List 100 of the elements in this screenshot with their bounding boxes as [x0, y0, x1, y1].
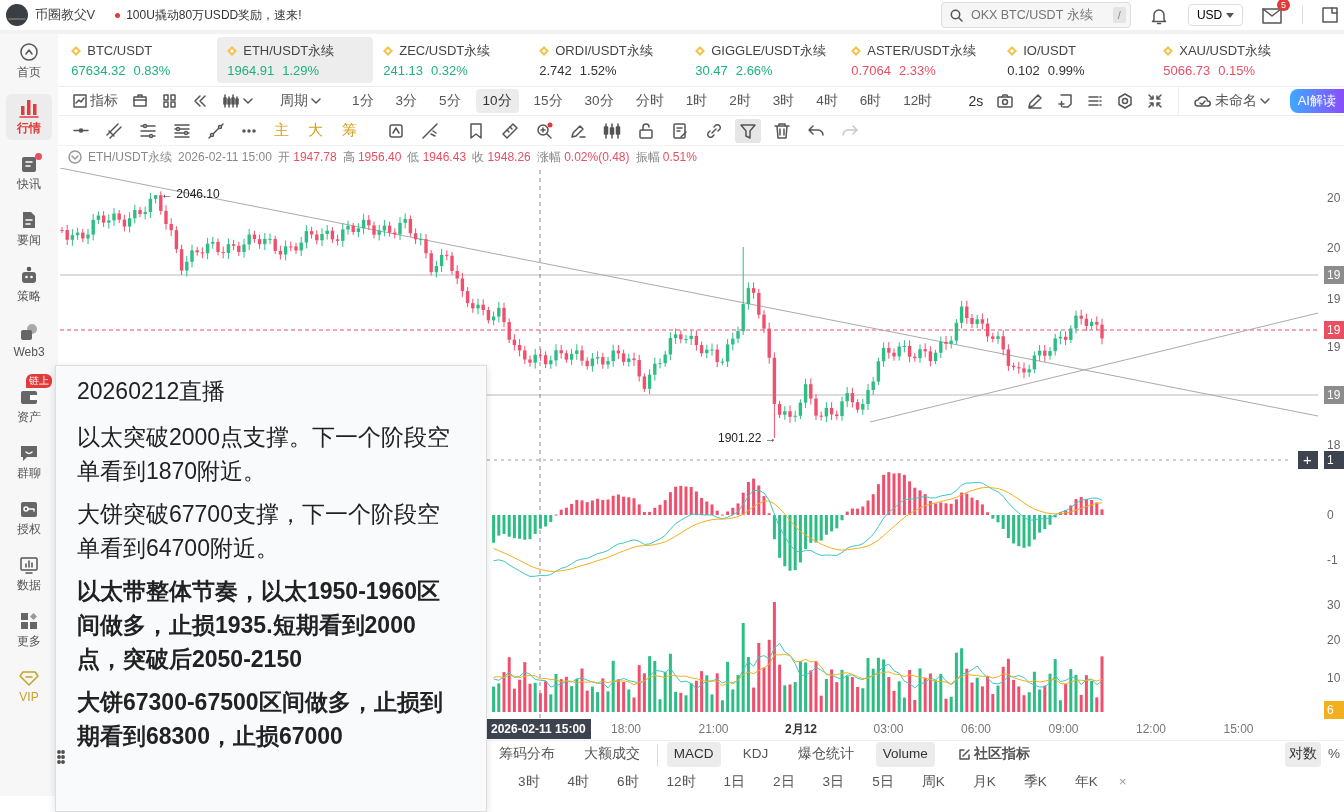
time-axis-label: 15:00: [1223, 722, 1254, 736]
period-tab[interactable]: 1时: [678, 88, 715, 114]
add-button[interactable]: +: [1298, 451, 1318, 469]
period-tab[interactable]: 1分: [345, 88, 381, 114]
price-label: 1901.22 →: [718, 431, 777, 445]
sidebar-item[interactable]: 行情: [6, 94, 52, 140]
sidebar-item[interactable]: 首页: [6, 38, 52, 84]
period-shortcut[interactable]: 3日: [815, 769, 852, 795]
period-tab[interactable]: 5分: [432, 88, 468, 114]
sidebar-item[interactable]: 更多: [6, 607, 52, 653]
axis-label: 19: [1327, 292, 1341, 306]
ohlc-field: 低 1946.43: [407, 148, 467, 166]
shortcut-key-hint: /: [1112, 6, 1126, 24]
datetime-label: 2026-02-11 15:00: [178, 149, 272, 166]
currency-dropdown[interactable]: USD: [1187, 4, 1243, 26]
time-axis-label: 03:00: [873, 722, 904, 736]
note-title: 20260212直播: [77, 377, 227, 406]
ticker-item[interactable]: GIGGLE/USDT永续 30.47 2.66%: [685, 37, 842, 83]
ticker-item[interactable]: XAU/USDT永续 5066.73 0.15%: [1153, 37, 1310, 83]
note-paragraph: 以太带整体节奏，以太1950-1960区间做多，止损1935.短期看到2000点，突破后2050-2150: [77, 577, 441, 674]
layout-dropdown[interactable]: 未命名: [1186, 88, 1277, 114]
axis-label: 19: [1327, 340, 1341, 354]
sidebar-item[interactable]: 策略: [6, 262, 52, 308]
ai-analysis-button[interactable]: AI解读: [1289, 89, 1344, 113]
axis-label: 20: [1327, 241, 1341, 255]
period-dropdown[interactable]: 周期: [273, 88, 328, 114]
indicator-tab[interactable]: Volume: [875, 742, 935, 767]
period-shortcut[interactable]: 12时: [659, 769, 703, 795]
price-tag: 19: [1324, 321, 1344, 339]
period-shortcut[interactable]: 5日: [865, 769, 901, 795]
ohlc-field: 振幅 0.51%: [635, 148, 697, 166]
ticker-item[interactable]: ASTER/USDT永续 0.7064 2.33%: [841, 37, 998, 83]
status-tag: 链上: [26, 374, 52, 388]
time-axis-label: 21:00: [698, 722, 729, 736]
sidebar-item[interactable]: 群聊: [6, 439, 52, 485]
indicator-button[interactable]: 指标: [66, 88, 125, 114]
unread-count-badge: 5: [1277, 0, 1290, 12]
price-tag: 6: [1324, 701, 1344, 719]
refresh-interval[interactable]: 2s: [968, 90, 984, 112]
ticker-item[interactable]: ZEC/USDT永续 241.13 0.32%: [373, 37, 530, 83]
time-axis-label: 2月12: [785, 722, 817, 736]
period-shortcut[interactable]: 周K: [914, 769, 952, 795]
indicator-tab[interactable]: MACD: [666, 742, 721, 767]
period-tab[interactable]: 6时: [852, 88, 889, 114]
period-tab[interactable]: 2时: [722, 88, 758, 114]
period-shortcut[interactable]: 1日: [716, 769, 753, 795]
period-tab[interactable]: 12时: [896, 88, 940, 114]
time-axis-label: 09:00: [1048, 722, 1079, 736]
axis-label: 20: [1327, 191, 1341, 205]
symbol-label: ETH/USDT永续: [88, 149, 172, 166]
ticker-item[interactable]: ORDI/USDT永续 2.742 1.52%: [529, 37, 686, 83]
indicator-tab[interactable]: 大额成交: [577, 742, 648, 767]
sidebar-item[interactable]: 快讯: [6, 150, 52, 196]
crosshair-time-tag: 2026-02-11 15:00: [485, 719, 591, 739]
ticker-item[interactable]: IO/USDT 0.102 0.99%: [997, 37, 1154, 83]
indicator-tab[interactable]: KDJ: [735, 742, 776, 767]
period-shortcut[interactable]: 年K: [1067, 769, 1105, 795]
axis-label: 20: [1327, 633, 1341, 647]
sidebar-item[interactable]: 授权: [6, 495, 52, 541]
period-tab[interactable]: 3分: [388, 88, 425, 114]
indicator-tab[interactable]: 筹码分布: [492, 742, 562, 767]
period-tab[interactable]: 分时: [628, 88, 671, 114]
price-label: ← 2046.10: [161, 187, 220, 201]
time-axis-label: 18:00: [611, 722, 641, 736]
period-shortcut[interactable]: 4时: [560, 769, 597, 795]
sidebar-item[interactable]: 数据: [6, 551, 52, 597]
scale-toggle[interactable]: 对数: [1284, 742, 1321, 767]
axis-label: 30: [1327, 598, 1341, 612]
period-shortcut[interactable]: 月K: [965, 769, 1003, 795]
channel-name: 币圈教父V: [34, 6, 96, 25]
indicator-tab[interactable]: 爆仓统计: [790, 742, 861, 767]
period-tab[interactable]: 4时: [809, 88, 845, 114]
ticker-item[interactable]: ETH/USDT永续 1964.91 1.29%: [217, 37, 374, 83]
note-paragraph: 以太突破2000点支撑。下一个阶段空单看到1870附近。: [77, 423, 452, 486]
period-shortcut[interactable]: 6时: [610, 769, 646, 795]
period-tab[interactable]: 10分: [475, 88, 519, 114]
period-shortcut[interactable]: 2日: [766, 769, 802, 795]
time-axis-label: 06:00: [961, 722, 991, 736]
axis-label: 10: [1327, 671, 1341, 685]
ohlc-field: 开 1947.78: [277, 148, 337, 166]
search-field[interactable]: OKX BTC/USDT 永续: [968, 4, 1101, 26]
period-shortcut[interactable]: 季K: [1016, 769, 1054, 795]
axis-label: -1: [1327, 553, 1338, 567]
sidebar-item[interactable]: 链上 资产: [6, 374, 52, 429]
period-tab[interactable]: 30分: [577, 88, 621, 114]
scale-toggle[interactable]: %: [1324, 742, 1344, 767]
notice-text[interactable]: 100U撬动80万USDD奖励，速来!: [126, 6, 302, 24]
time-axis-label: 12:00: [1136, 722, 1166, 736]
period-tab[interactable]: 3时: [765, 88, 802, 114]
ticker-item[interactable]: BTC/USDT 67634.32 0.83%: [61, 37, 218, 83]
sidebar-item[interactable]: 要闻: [6, 206, 52, 252]
period-tab[interactable]: 15分: [526, 88, 570, 114]
note-paragraph: 大饼67300-67500区间做多，止损到期看到68300，止损67000: [77, 688, 444, 751]
ohlc-field: 收 1948.26: [472, 148, 531, 166]
price-tag: 19: [1324, 266, 1344, 284]
axis-label: 18: [1327, 438, 1341, 452]
period-shortcut[interactable]: 3时: [511, 769, 547, 795]
price-tag: 1: [1324, 451, 1344, 469]
community-indicator-button[interactable]: 社区指标: [950, 742, 1037, 767]
sidebar-item[interactable]: Web3: [6, 318, 52, 364]
